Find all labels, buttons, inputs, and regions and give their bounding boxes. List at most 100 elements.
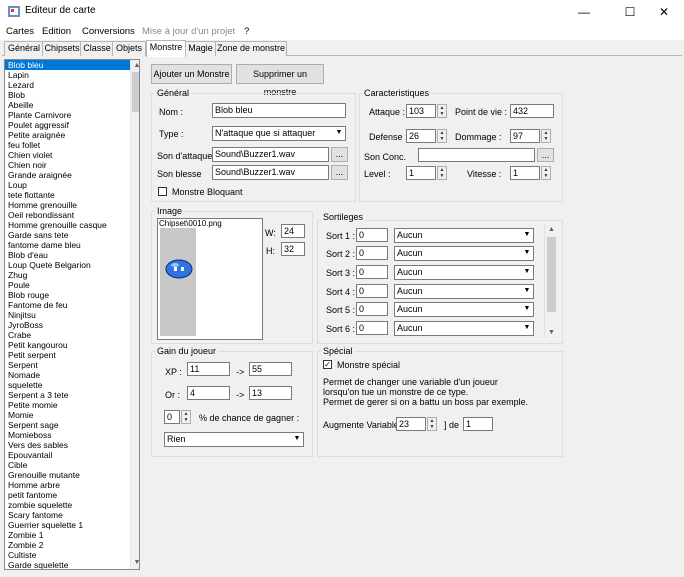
xp-min-input[interactable]: 11 xyxy=(187,362,230,376)
minimize-button[interactable]: — xyxy=(564,0,604,24)
speed-spinner[interactable]: ▲ ▼ xyxy=(541,166,551,180)
monster-list-item[interactable]: Momie xyxy=(5,410,139,420)
monster-list-item[interactable]: Blob rouge xyxy=(5,290,139,300)
scroll-up-icon[interactable]: ▲ xyxy=(131,60,139,71)
monster-list-item[interactable]: Chien noir xyxy=(5,160,139,170)
gold-max-input[interactable]: 13 xyxy=(249,386,292,400)
spell-value-input[interactable]: 0 xyxy=(356,228,388,242)
monster-list-item[interactable]: feu follet xyxy=(5,140,139,150)
conc-sound-browse-button[interactable]: ... xyxy=(537,148,554,162)
monster-list-item[interactable]: Grande araignée xyxy=(5,170,139,180)
hp-input[interactable]: 432 xyxy=(510,104,554,118)
menu-edition[interactable]: Edition xyxy=(42,26,71,37)
spell-value-input[interactable]: 0 xyxy=(356,302,388,316)
level-input[interactable]: 1 xyxy=(406,166,436,180)
height-input[interactable]: 32 xyxy=(281,242,305,256)
monster-list-item[interactable]: Garde sans tete xyxy=(5,230,139,240)
defense-spinner[interactable]: ▲ ▼ xyxy=(437,129,447,143)
scroll-down-icon[interactable]: ▼ xyxy=(545,327,558,338)
defense-input[interactable]: 26 xyxy=(406,129,436,143)
spell-value-input[interactable]: 0 xyxy=(356,284,388,298)
monster-list-item[interactable]: zombie squelette xyxy=(5,500,139,510)
monster-list-item[interactable]: fantome dame bleu xyxy=(5,240,139,250)
scroll-down-icon[interactable]: ▼ xyxy=(131,557,139,568)
spell-select[interactable]: Aucun ▼ xyxy=(394,265,534,280)
monster-list-item[interactable]: Blob d'eau xyxy=(5,250,139,260)
chance-spinner[interactable]: ▲ ▼ xyxy=(181,410,191,424)
image-preview[interactable]: Chipset\0010.png xyxy=(157,218,263,340)
monster-list-item[interactable]: Homme grenouille xyxy=(5,200,139,210)
monster-list-item[interactable]: Petite araignée xyxy=(5,130,139,140)
monster-list-item[interactable]: Crabe xyxy=(5,330,139,340)
type-select[interactable]: N'attaque que si attaquer ▼ xyxy=(212,126,346,141)
width-input[interactable]: 24 xyxy=(281,224,305,238)
monster-list-item[interactable]: Blob bleu xyxy=(5,60,139,70)
monster-list-item[interactable]: Petit kangourou xyxy=(5,340,139,350)
damage-input[interactable]: 97 xyxy=(510,129,540,143)
tab-magie[interactable]: Magie xyxy=(185,41,216,56)
tab-objets[interactable]: Objets xyxy=(112,41,146,56)
conc-sound-input[interactable] xyxy=(418,148,535,162)
monster-list-item[interactable]: Fantome de feu xyxy=(5,300,139,310)
attack-spinner[interactable]: ▲ ▼ xyxy=(437,104,447,118)
menu-conversions[interactable]: Conversions xyxy=(82,26,135,37)
add-monster-button[interactable]: Ajouter un Monstre xyxy=(151,64,232,84)
menu-help[interactable]: ? xyxy=(244,26,249,37)
monster-list-item[interactable]: Epouvantail xyxy=(5,450,139,460)
gold-min-input[interactable]: 4 xyxy=(187,386,230,400)
special-checkbox[interactable]: ✓ xyxy=(323,360,332,369)
spell-value-input[interactable]: 0 xyxy=(356,265,388,279)
monster-list-item[interactable]: Vers des sables xyxy=(5,440,139,450)
monster-list-item[interactable]: Serpent xyxy=(5,360,139,370)
monster-list-item[interactable]: Guerrier squelette 1 xyxy=(5,520,139,530)
spell-select[interactable]: Aucun ▼ xyxy=(394,321,534,336)
menu-update-project[interactable]: Mise à jour d'un projet xyxy=(142,26,235,37)
monster-list-item[interactable]: Abeille xyxy=(5,100,139,110)
monster-list-item[interactable]: Ninjitsu xyxy=(5,310,139,320)
hurt-sound-browse-button[interactable]: ... xyxy=(331,165,348,180)
chance-input[interactable]: 0 xyxy=(164,410,180,424)
monster-list-item[interactable]: Momieboss xyxy=(5,430,139,440)
tab-classe[interactable]: Classe xyxy=(80,41,114,56)
monster-list-item[interactable]: Zhug xyxy=(5,270,139,280)
monster-list-item[interactable]: Zombie 2 xyxy=(5,540,139,550)
monster-list-item[interactable]: Chien violet xyxy=(5,150,139,160)
monster-list-item[interactable]: Zombie 1 xyxy=(5,530,139,540)
monster-list-item[interactable]: Loup Quete Belgarion xyxy=(5,260,139,270)
list-scrollbar[interactable]: ▲ ▼ xyxy=(130,60,139,569)
spell-select[interactable]: Aucun ▼ xyxy=(394,228,534,243)
monster-list-item[interactable]: Nomade xyxy=(5,370,139,380)
spells-scroll-thumb[interactable] xyxy=(547,237,556,312)
monster-list-item[interactable]: Homme arbre xyxy=(5,480,139,490)
damage-spinner[interactable]: ▲ ▼ xyxy=(541,129,551,143)
monster-list-item[interactable]: Cible xyxy=(5,460,139,470)
monster-list-item[interactable]: tete flottante xyxy=(5,190,139,200)
hurt-sound-input[interactable]: Sound\Buzzer1.wav xyxy=(212,165,329,180)
monster-list-item[interactable]: Plante Carnivore xyxy=(5,110,139,120)
monster-list-item[interactable]: Petite momie xyxy=(5,400,139,410)
monster-list-item[interactable]: Poulet aggressif xyxy=(5,120,139,130)
blocking-checkbox[interactable] xyxy=(158,187,167,196)
spell-select[interactable]: Aucun ▼ xyxy=(394,246,534,261)
monster-list-item[interactable]: Serpent sage xyxy=(5,420,139,430)
monster-list-item[interactable]: Poule xyxy=(5,280,139,290)
spell-value-input[interactable]: 0 xyxy=(356,321,388,335)
monster-list-item[interactable]: JyroBoss xyxy=(5,320,139,330)
tab-chipsets[interactable]: Chipsets xyxy=(42,41,82,56)
monster-list-item[interactable]: petit fantome xyxy=(5,490,139,500)
tab-monstre[interactable]: Monstre xyxy=(146,40,186,57)
variable-amount-input[interactable]: 1 xyxy=(463,417,493,431)
delete-monster-button[interactable]: Supprimer un monstre xyxy=(236,64,324,97)
monster-list-item[interactable]: Loup xyxy=(5,180,139,190)
name-input[interactable]: Blob bleu xyxy=(212,103,346,118)
monster-list-item[interactable]: squelette xyxy=(5,380,139,390)
monster-list-item[interactable]: Oeil rebondissant xyxy=(5,210,139,220)
variable-spinner[interactable]: ▲ ▼ xyxy=(427,417,437,431)
monster-list-item[interactable]: Serpent a 3 tete xyxy=(5,390,139,400)
monster-list-item[interactable]: Lapin xyxy=(5,70,139,80)
attack-input[interactable]: 103 xyxy=(406,104,436,118)
attack-sound-input[interactable]: Sound\Buzzer1.wav xyxy=(212,147,329,162)
level-spinner[interactable]: ▲ ▼ xyxy=(437,166,447,180)
menu-cartes[interactable]: Cartes xyxy=(6,26,34,37)
scroll-thumb[interactable] xyxy=(132,72,139,112)
